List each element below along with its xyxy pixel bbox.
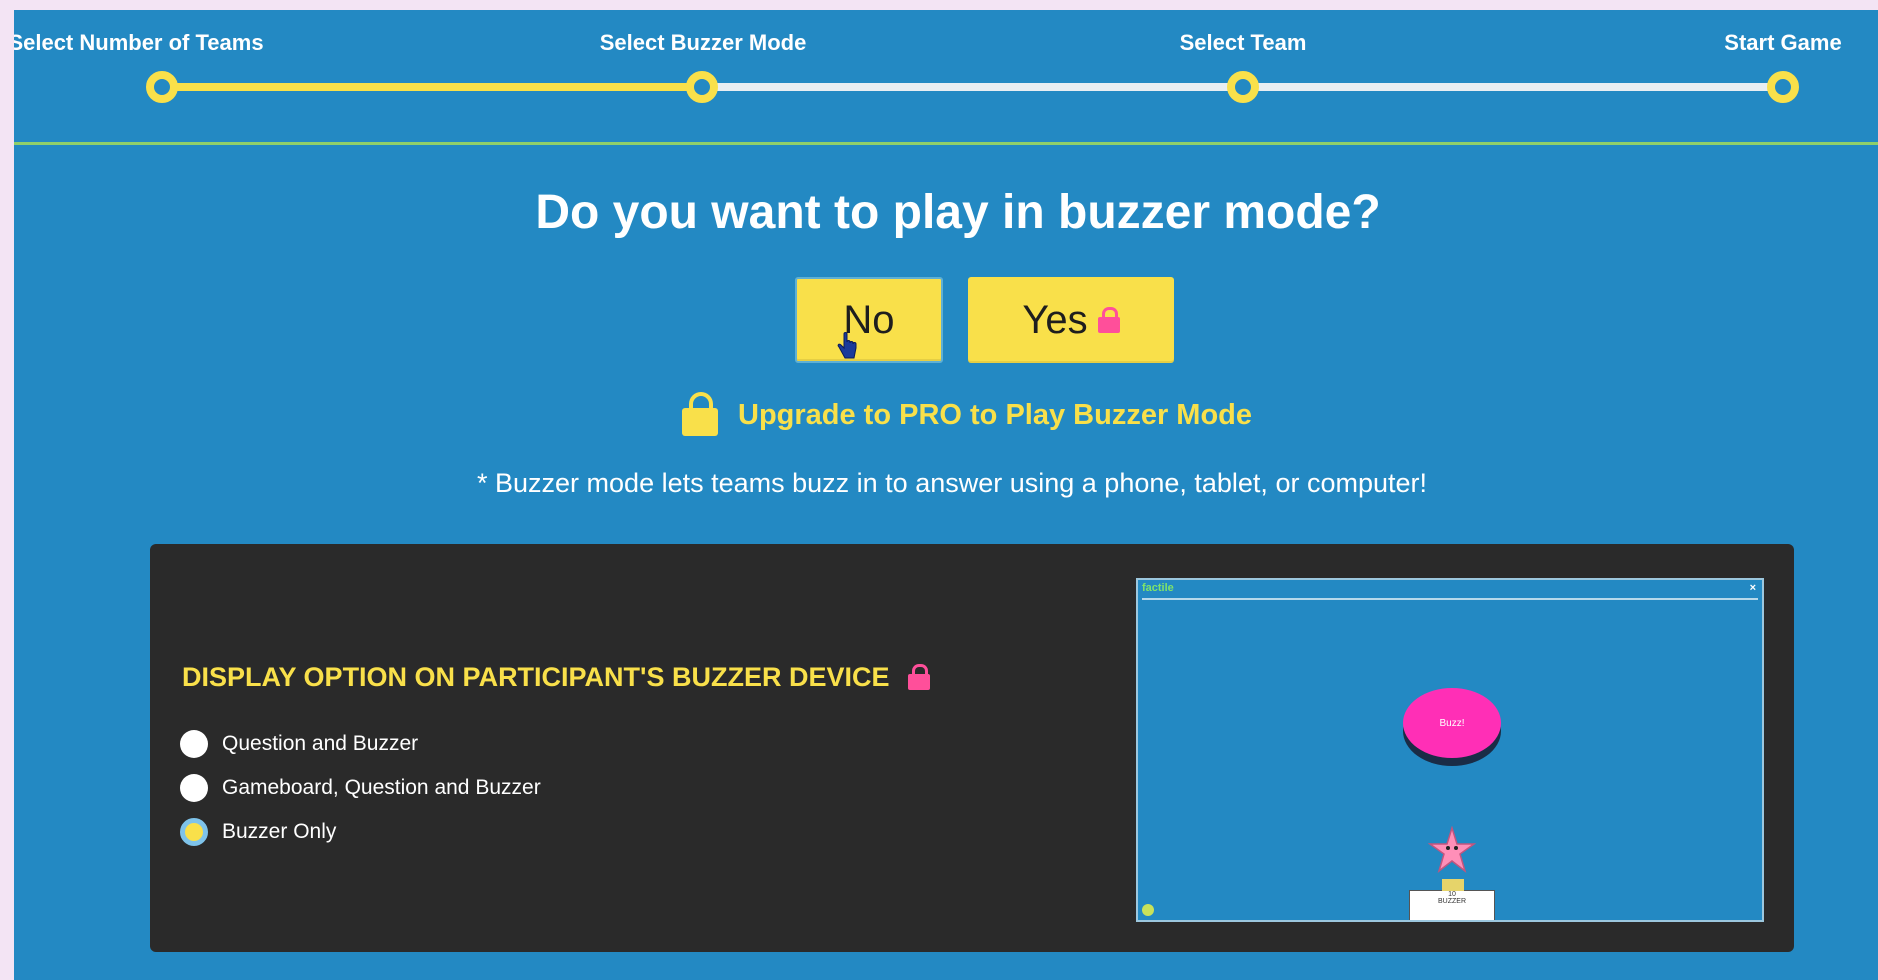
starfish-mascot-icon [1428, 826, 1476, 874]
lock-icon [1097, 307, 1120, 333]
step-dot-start-game[interactable] [1767, 71, 1799, 103]
yes-button-label: Yes [1022, 297, 1088, 342]
step-label-teams[interactable]: Select Number of Teams [14, 30, 264, 56]
display-options-title-text: DISPLAY OPTION ON PARTICIPANT'S BUZZER D… [182, 662, 890, 692]
lock-icon [907, 663, 930, 690]
lock-icon [682, 392, 718, 436]
buzzer-device-preview: factile × Buzz! 10 BUZZER [1136, 578, 1764, 922]
preview-status-dot [1142, 904, 1154, 916]
upgrade-pro-link[interactable]: Upgrade to PRO to Play Buzzer Mode [682, 392, 1252, 436]
preview-podium-name: BUZZER [1438, 898, 1466, 905]
option-gameboard-question-buzzer[interactable]: Gameboard, Question and Buzzer [180, 774, 541, 802]
option-label: Buzzer Only [222, 820, 337, 843]
buzzer-mode-question: Do you want to play in buzzer mode? [535, 186, 1381, 239]
preview-app-name: factile [1142, 582, 1174, 594]
preview-buzzer-button: Buzz! [1403, 688, 1501, 758]
radio-button[interactable] [180, 774, 208, 802]
stepper-divider [14, 142, 1878, 145]
option-label: Gameboard, Question and Buzzer [222, 776, 541, 799]
step-label-buzzer-mode[interactable]: Select Buzzer Mode [600, 30, 807, 56]
yes-button[interactable]: Yes [968, 277, 1174, 363]
radio-button[interactable] [180, 730, 208, 758]
stepper-track-completed [162, 83, 702, 91]
podium-stand [1442, 879, 1464, 891]
upgrade-pro-label: Upgrade to PRO to Play Buzzer Mode [738, 398, 1252, 431]
option-question-and-buzzer[interactable]: Question and Buzzer [180, 730, 418, 758]
step-dot-buzzer-mode[interactable] [686, 71, 718, 103]
preview-podium-score: 10 [1448, 891, 1456, 898]
preview-title-bar: factile × [1142, 582, 1758, 600]
preview-podium: 10 BUZZER [1409, 879, 1495, 920]
close-icon: × [1749, 582, 1756, 594]
app-window: Select Number of Teams Select Buzzer Mod… [14, 10, 1878, 980]
no-button[interactable]: No [795, 277, 943, 363]
progress-stepper: Select Number of Teams Select Buzzer Mod… [14, 10, 1878, 144]
step-label-start-game[interactable]: Start Game [1724, 30, 1841, 56]
buzzer-mode-hint: * Buzzer mode lets teams buzz in to answ… [477, 468, 1427, 498]
hand-cursor-icon [837, 332, 857, 359]
step-dot-team[interactable] [1227, 71, 1259, 103]
option-buzzer-only[interactable]: Buzzer Only [180, 818, 336, 846]
preview-buzzer-label: Buzz! [1439, 717, 1465, 729]
option-label: Question and Buzzer [222, 732, 419, 755]
radio-button-selected[interactable] [180, 818, 208, 846]
step-dot-teams[interactable] [146, 71, 178, 103]
step-label-team[interactable]: Select Team [1180, 30, 1307, 56]
display-options-panel: DISPLAY OPTION ON PARTICIPANT'S BUZZER D… [150, 544, 1794, 952]
display-options-title: DISPLAY OPTION ON PARTICIPANT'S BUZZER D… [182, 662, 930, 693]
